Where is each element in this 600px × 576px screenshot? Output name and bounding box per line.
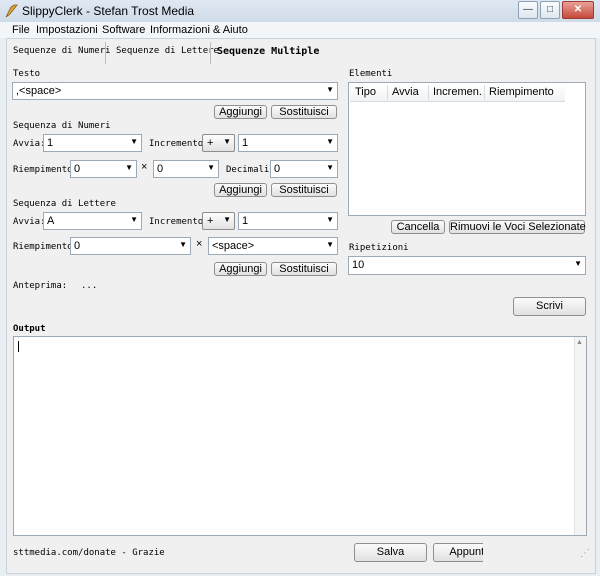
output-textarea[interactable]: ▲ bbox=[13, 336, 587, 536]
times-symbol: × bbox=[141, 161, 148, 173]
numeri-decimali-field[interactable]: 0 ▼ bbox=[270, 160, 338, 178]
lettere-avvia-value: A bbox=[47, 215, 55, 227]
numeri-replace-button[interactable]: Sostituisci bbox=[271, 183, 337, 197]
lettere-riempimento-char-value: <space> bbox=[212, 240, 255, 252]
numeri-riempimento-count-field[interactable]: 0 ▼ bbox=[153, 160, 219, 178]
chevron-down-icon: ▼ bbox=[207, 163, 215, 172]
numeri-add-button[interactable]: Aggiungi bbox=[214, 183, 267, 197]
lettere-operator-select[interactable]: + ▼ bbox=[202, 212, 235, 230]
numeri-avvia-value: 1 bbox=[47, 137, 54, 149]
menu-software[interactable]: Software bbox=[102, 24, 145, 36]
testo-label: Testo bbox=[13, 69, 41, 79]
close-button[interactable]: ✕ bbox=[562, 1, 594, 19]
footer-overlay bbox=[483, 541, 592, 565]
numeri-riempimento-field[interactable]: 0 ▼ bbox=[70, 160, 137, 178]
anteprima-value: ... bbox=[81, 281, 98, 291]
numeri-operator-select[interactable]: + ▼ bbox=[202, 134, 235, 152]
menu-file[interactable]: File bbox=[12, 24, 30, 36]
scrivi-button[interactable]: Scrivi bbox=[513, 297, 586, 316]
numeri-riempimento-value: 0 bbox=[74, 163, 81, 175]
ripetizioni-value: 10 bbox=[352, 259, 365, 271]
numeri-avvia-field[interactable]: 1 ▼ bbox=[43, 134, 142, 152]
numeri-operator-value: + bbox=[207, 137, 214, 149]
chevron-down-icon: ▼ bbox=[130, 215, 138, 224]
resize-grip-icon[interactable]: ⋰ bbox=[580, 548, 590, 559]
chevron-down-icon: ▼ bbox=[179, 240, 187, 249]
chevron-down-icon: ▼ bbox=[326, 85, 334, 94]
chevron-down-icon: ▼ bbox=[223, 215, 231, 224]
numeri-riempimento-count-value: 0 bbox=[157, 163, 164, 175]
lettere-riempimento-char-field[interactable]: <space> ▼ bbox=[208, 237, 338, 255]
menu-impostazioni[interactable]: Impostazioni bbox=[36, 24, 98, 36]
lettere-incremento-field[interactable]: 1 ▼ bbox=[238, 212, 338, 230]
testo-value: ,<space> bbox=[16, 85, 62, 97]
numeri-incremento-value: 1 bbox=[242, 137, 249, 149]
numeri-riempimento-label: Riempimento: bbox=[13, 165, 79, 175]
lettere-riempimento-label: Riempimento: bbox=[13, 242, 79, 252]
testo-combobox[interactable]: ,<space> ▼ bbox=[12, 82, 338, 100]
lettere-operator-value: + bbox=[207, 215, 214, 227]
maximize-button[interactable]: □ bbox=[540, 1, 560, 19]
rimuovi-voci-button[interactable]: Rimuovi le Voci Selezionate bbox=[449, 220, 586, 234]
ripetizioni-field[interactable]: 10 ▼ bbox=[348, 256, 586, 275]
lettere-avvia-label: Avvia: bbox=[13, 217, 46, 227]
numeri-decimali-value: 0 bbox=[274, 163, 281, 175]
tab-separator bbox=[105, 42, 106, 64]
output-scrollbar[interactable]: ▲ bbox=[574, 337, 586, 535]
lettere-section-label: Sequenza di Lettere bbox=[13, 199, 116, 209]
times-symbol: × bbox=[196, 238, 203, 250]
chevron-down-icon: ▼ bbox=[326, 215, 334, 224]
chevron-down-icon: ▼ bbox=[125, 163, 133, 172]
donate-link[interactable]: sttmedia.com/donate - Grazie bbox=[13, 548, 165, 558]
lettere-incremento-label: Incremento: bbox=[149, 217, 209, 227]
anteprima-label: Anteprima: bbox=[13, 281, 68, 291]
menu-informazioni-aiuto[interactable]: Informazioni & Aiuto bbox=[150, 24, 248, 36]
lettere-riempimento-field[interactable]: 0 ▼ bbox=[70, 237, 191, 255]
salva-button[interactable]: Salva bbox=[354, 543, 427, 562]
testo-add-button[interactable]: Aggiungi bbox=[214, 105, 267, 119]
lettere-add-button[interactable]: Aggiungi bbox=[214, 262, 267, 276]
numeri-avvia-label: Avvia: bbox=[13, 139, 46, 149]
tab-separator bbox=[210, 42, 211, 64]
elementi-list[interactable]: Tipo Avvia Incremen... Riempimento bbox=[348, 82, 586, 216]
column-separator bbox=[428, 85, 429, 100]
chevron-down-icon: ▼ bbox=[326, 240, 334, 249]
app-icon bbox=[5, 4, 19, 21]
lettere-incremento-value: 1 bbox=[242, 215, 249, 227]
chevron-down-icon: ▼ bbox=[574, 259, 582, 268]
column-separator bbox=[484, 85, 485, 100]
column-incremento[interactable]: Incremen... bbox=[433, 86, 483, 98]
lettere-replace-button[interactable]: Sostituisci bbox=[271, 262, 337, 276]
elementi-list-header: Tipo Avvia Incremen... Riempimento bbox=[350, 84, 565, 102]
tab-sequenze-multiple[interactable]: Sequenze Multiple bbox=[217, 46, 319, 57]
cancella-button[interactable]: Cancella bbox=[391, 220, 445, 234]
lettere-riempimento-value: 0 bbox=[74, 240, 81, 252]
chevron-down-icon: ▼ bbox=[326, 137, 334, 146]
lettere-avvia-field[interactable]: A ▼ bbox=[43, 212, 142, 230]
column-riempimento[interactable]: Riempimento bbox=[489, 86, 567, 98]
numeri-incremento-field[interactable]: 1 ▼ bbox=[238, 134, 338, 152]
elementi-label: Elementi bbox=[349, 69, 393, 79]
tab-sequenze-numeri[interactable]: Sequenze di Numeri bbox=[13, 46, 111, 56]
numeri-section-label: Sequenza di Numeri bbox=[13, 121, 111, 131]
scroll-up-icon[interactable]: ▲ bbox=[576, 339, 583, 346]
column-separator bbox=[387, 85, 388, 100]
chevron-down-icon: ▼ bbox=[223, 137, 231, 146]
title-bar: SlippyClerk - Stefan Trost Media — □ ✕ bbox=[0, 0, 600, 23]
ripetizioni-label: Ripetizioni bbox=[349, 243, 409, 253]
minimize-button[interactable]: — bbox=[518, 1, 538, 19]
window-title: SlippyClerk - Stefan Trost Media bbox=[22, 4, 195, 18]
chevron-down-icon: ▼ bbox=[130, 137, 138, 146]
chevron-down-icon: ▼ bbox=[326, 163, 334, 172]
output-label: Output bbox=[13, 324, 46, 334]
numeri-incremento-label: Incremento: bbox=[149, 139, 209, 149]
text-caret bbox=[18, 341, 19, 352]
numeri-decimali-label: Decimali: bbox=[226, 165, 275, 175]
testo-replace-button[interactable]: Sostituisci bbox=[271, 105, 337, 119]
column-avvia[interactable]: Avvia bbox=[392, 86, 426, 98]
column-tipo[interactable]: Tipo bbox=[355, 86, 385, 98]
tab-sequenze-lettere[interactable]: Sequenze di Lettere bbox=[116, 46, 219, 56]
